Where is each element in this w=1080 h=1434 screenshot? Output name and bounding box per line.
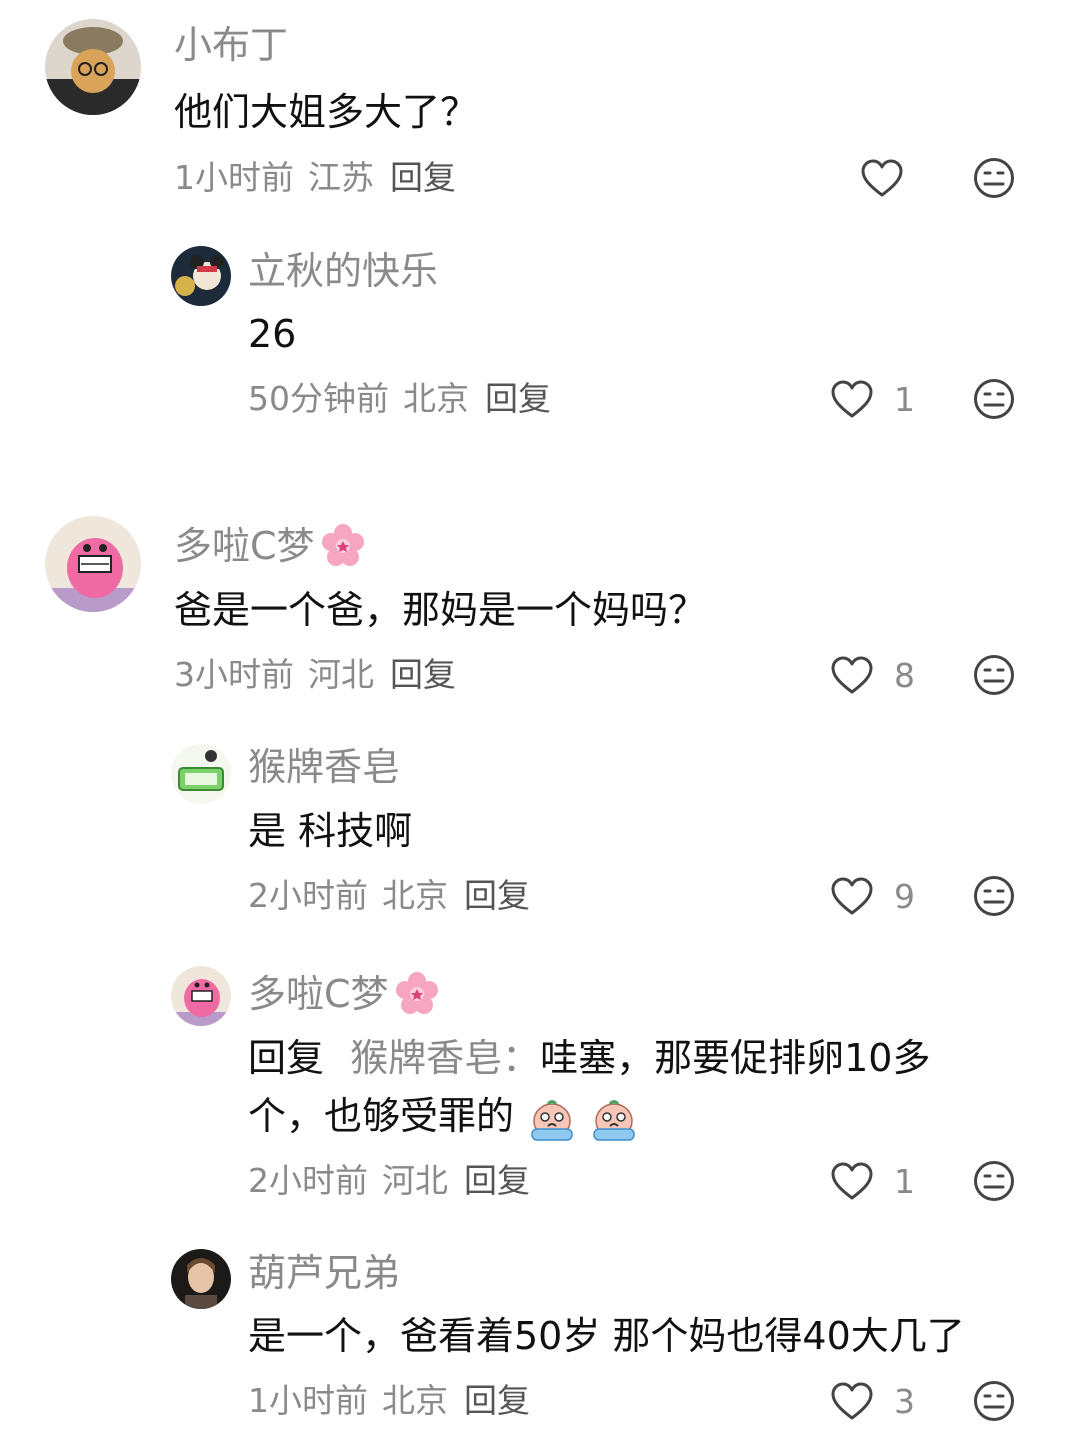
like-count: 3 bbox=[894, 1381, 915, 1421]
reply-button[interactable]: 回复 bbox=[464, 1161, 530, 1200]
avatar[interactable] bbox=[171, 966, 231, 1026]
avatar[interactable] bbox=[45, 19, 141, 115]
username[interactable]: 小布丁 bbox=[174, 26, 288, 64]
comment-meta: 3小时前 河北 回复 bbox=[174, 658, 470, 691]
dislike-button[interactable] bbox=[973, 157, 1015, 199]
comment-location: 江苏 bbox=[308, 158, 374, 197]
avatar[interactable] bbox=[171, 1249, 231, 1309]
username[interactable]: 多啦C梦 bbox=[174, 522, 367, 570]
comment-time: 2小时前 bbox=[248, 1161, 368, 1200]
like-count: 1 bbox=[894, 379, 915, 419]
mention-username[interactable]: 猴牌香皂： bbox=[350, 1036, 540, 1080]
comment-text-line2: 个，也够受罪的 bbox=[248, 1094, 515, 1138]
pink-flower-emoji bbox=[319, 522, 367, 570]
username[interactable]: 立秋的快乐 bbox=[248, 252, 438, 290]
dislike-button[interactable] bbox=[973, 378, 1015, 420]
like-button[interactable]: 1 bbox=[830, 1161, 915, 1201]
heart-outline-icon bbox=[830, 1161, 874, 1201]
meh-face-icon bbox=[973, 1160, 1015, 1202]
pink-flower-emoji bbox=[393, 970, 441, 1018]
meh-face-icon bbox=[973, 875, 1015, 917]
comment-location: 北京 bbox=[382, 876, 448, 915]
comment-text: 爸是一个爸，那妈是一个妈吗？ bbox=[174, 588, 707, 632]
reply-button[interactable]: 回复 bbox=[390, 158, 456, 197]
reply-prefix: 回复 bbox=[248, 1036, 325, 1080]
username[interactable]: 葫芦兄弟 bbox=[248, 1254, 400, 1292]
avatar[interactable] bbox=[171, 744, 231, 804]
dislike-button[interactable] bbox=[973, 654, 1015, 696]
like-count: 8 bbox=[894, 655, 915, 695]
comment-time: 3小时前 bbox=[174, 655, 294, 694]
heart-outline-icon bbox=[830, 876, 874, 916]
comment-location: 河北 bbox=[308, 655, 374, 694]
meh-face-icon bbox=[973, 1380, 1015, 1422]
comment-time: 50分钟前 bbox=[248, 379, 389, 418]
comment-text-line1: 哇塞，那要促排卵10多 bbox=[540, 1036, 931, 1080]
dislike-button[interactable] bbox=[973, 1380, 1015, 1422]
comment-time: 1小时前 bbox=[248, 1381, 368, 1420]
like-button[interactable]: 9 bbox=[830, 876, 915, 916]
comment-meta: 2小时前 河北 回复 bbox=[248, 1164, 544, 1197]
comment-text: 26 bbox=[248, 312, 297, 356]
username-text: 多啦C梦 bbox=[248, 972, 389, 1016]
dislike-button[interactable] bbox=[973, 1160, 1015, 1202]
dislike-button[interactable] bbox=[973, 875, 1015, 917]
like-button[interactable] bbox=[860, 158, 904, 198]
comment-text-continued: 个，也够受罪的 bbox=[248, 1088, 638, 1144]
comment-text: 是一个，爸看着50岁 那个妈也得40大几了 bbox=[248, 1314, 965, 1358]
comment-meta: 1小时前 江苏 回复 bbox=[174, 161, 470, 194]
comment-location: 北京 bbox=[403, 379, 469, 418]
comment-meta: 50分钟前 北京 回复 bbox=[248, 382, 565, 415]
like-button[interactable]: 1 bbox=[830, 379, 915, 419]
heart-outline-icon bbox=[830, 379, 874, 419]
like-button[interactable]: 8 bbox=[830, 655, 915, 695]
comment-meta: 2小时前 北京 回复 bbox=[248, 879, 544, 912]
reply-button[interactable]: 回复 bbox=[485, 379, 551, 418]
reply-button[interactable]: 回复 bbox=[390, 655, 456, 694]
like-button[interactable]: 3 bbox=[830, 1381, 915, 1421]
comment-location: 河北 bbox=[382, 1161, 448, 1200]
meh-face-icon bbox=[973, 654, 1015, 696]
username[interactable]: 猴牌香皂 bbox=[248, 748, 400, 786]
avatar[interactable] bbox=[45, 516, 141, 612]
crying-face-emoji bbox=[590, 1095, 638, 1143]
heart-outline-icon bbox=[830, 655, 874, 695]
comment-time: 2小时前 bbox=[248, 876, 368, 915]
like-count: 9 bbox=[894, 876, 915, 916]
comment-text: 是 科技啊 bbox=[248, 809, 413, 853]
avatar[interactable] bbox=[171, 246, 231, 306]
username-text: 多啦C梦 bbox=[174, 524, 315, 568]
heart-outline-icon bbox=[830, 1381, 874, 1421]
meh-face-icon bbox=[973, 378, 1015, 420]
comment-text: 他们大姐多大了？ bbox=[174, 90, 479, 134]
meh-face-icon bbox=[973, 157, 1015, 199]
comment-location: 北京 bbox=[382, 1381, 448, 1420]
comment-meta: 1小时前 北京 回复 bbox=[248, 1384, 544, 1417]
username[interactable]: 多啦C梦 bbox=[248, 970, 441, 1018]
comment-time: 1小时前 bbox=[174, 158, 294, 197]
heart-outline-icon bbox=[860, 158, 904, 198]
like-count: 1 bbox=[894, 1161, 915, 1201]
reply-button[interactable]: 回复 bbox=[464, 876, 530, 915]
crying-face-emoji bbox=[528, 1095, 576, 1143]
reply-button[interactable]: 回复 bbox=[464, 1381, 530, 1420]
comment-text: 回复 猴牌香皂：哇塞，那要促排卵10多 bbox=[248, 1030, 930, 1086]
